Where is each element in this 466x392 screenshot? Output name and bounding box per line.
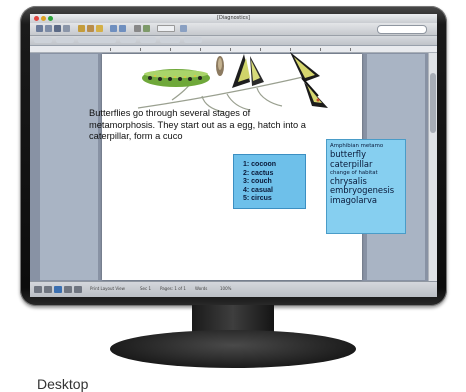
image-icon[interactable] bbox=[143, 25, 150, 32]
word-option[interactable]: imagolarva bbox=[330, 195, 405, 206]
suggestion-option[interactable]: 4: casual bbox=[243, 187, 305, 196]
word-prediction-box[interactable]: Amphibian metamo butterfly caterpillar c… bbox=[326, 139, 406, 234]
statusbar: Print Layout View Sec 1 Pages: 1 of 1 Wo… bbox=[30, 281, 437, 297]
print-layout-view-icon[interactable] bbox=[54, 286, 62, 293]
ruler-tick bbox=[110, 48, 111, 51]
ribbon-tab-tables[interactable] bbox=[120, 37, 136, 43]
undo-icon[interactable] bbox=[110, 25, 117, 32]
ribbon-tab-layout[interactable] bbox=[56, 37, 74, 43]
paste-icon[interactable] bbox=[96, 25, 103, 32]
redo-icon[interactable] bbox=[119, 25, 126, 32]
table-icon[interactable] bbox=[134, 25, 141, 32]
print-icon[interactable] bbox=[63, 25, 70, 32]
status-pages: Pages: 1 of 1 bbox=[160, 286, 186, 291]
butterfly-lifecycle-image[interactable] bbox=[132, 48, 342, 116]
ribbon-tab-document-elements[interactable] bbox=[78, 37, 116, 43]
ribbon-tab-review[interactable] bbox=[184, 37, 202, 43]
suggestion-option[interactable]: 5: circus bbox=[243, 195, 305, 204]
status-section: Sec 1 bbox=[140, 286, 152, 291]
copy-icon[interactable] bbox=[87, 25, 94, 32]
vertical-scrollbar[interactable] bbox=[428, 53, 437, 281]
search-input[interactable] bbox=[377, 25, 427, 34]
zoom-dropdown[interactable] bbox=[157, 25, 175, 32]
ribbon bbox=[30, 36, 437, 46]
draft-view-icon[interactable] bbox=[34, 286, 42, 293]
scrollbar-thumb[interactable] bbox=[430, 73, 436, 133]
spelling-suggestions-box[interactable]: 1: cocoon 2: cactus 3: couch 4: casual 5… bbox=[233, 154, 306, 209]
status-words: Words bbox=[195, 286, 208, 291]
window-title: [Diagnostics] bbox=[217, 15, 250, 21]
monitor-stand-base bbox=[110, 330, 356, 368]
caterpillar-illustration bbox=[142, 69, 210, 87]
new-document-icon[interactable] bbox=[36, 25, 43, 32]
ribbon-tab-home[interactable] bbox=[34, 37, 52, 43]
suggestion-option[interactable]: 3: couch bbox=[243, 178, 305, 187]
open-icon[interactable] bbox=[45, 25, 52, 32]
status-zoom[interactable]: 100% bbox=[220, 286, 231, 291]
close-window-button[interactable] bbox=[34, 16, 39, 21]
adult-butterfly-illustration bbox=[290, 52, 328, 108]
suggestion-option[interactable]: 2: cactus bbox=[243, 170, 305, 179]
document-paragraph[interactable]: Butterflies go through several stages of… bbox=[89, 108, 307, 143]
zoom-window-button[interactable] bbox=[48, 16, 53, 21]
status-view-label: Print Layout View bbox=[90, 286, 125, 291]
word-option[interactable]: caterpillar bbox=[330, 159, 405, 170]
outline-view-icon[interactable] bbox=[44, 286, 52, 293]
cut-icon[interactable] bbox=[78, 25, 85, 32]
minimize-window-button[interactable] bbox=[41, 16, 46, 21]
help-icon[interactable] bbox=[180, 25, 187, 32]
chrysalis-illustration bbox=[216, 56, 224, 76]
emerging-butterfly-illustration bbox=[232, 54, 264, 88]
notebook-view-icon[interactable] bbox=[64, 286, 72, 293]
save-icon[interactable] bbox=[54, 25, 61, 32]
ribbon-tab-smartart[interactable] bbox=[160, 37, 180, 43]
ruler-tick bbox=[350, 48, 351, 51]
toolbar bbox=[30, 23, 437, 36]
ribbon-tab-charts[interactable] bbox=[140, 37, 156, 43]
publishing-view-icon[interactable] bbox=[74, 286, 82, 293]
window-titlebar: [Diagnostics] bbox=[30, 14, 437, 23]
suggestion-option[interactable]: 1: cocoon bbox=[243, 161, 305, 170]
left-margin-panel bbox=[40, 54, 98, 280]
